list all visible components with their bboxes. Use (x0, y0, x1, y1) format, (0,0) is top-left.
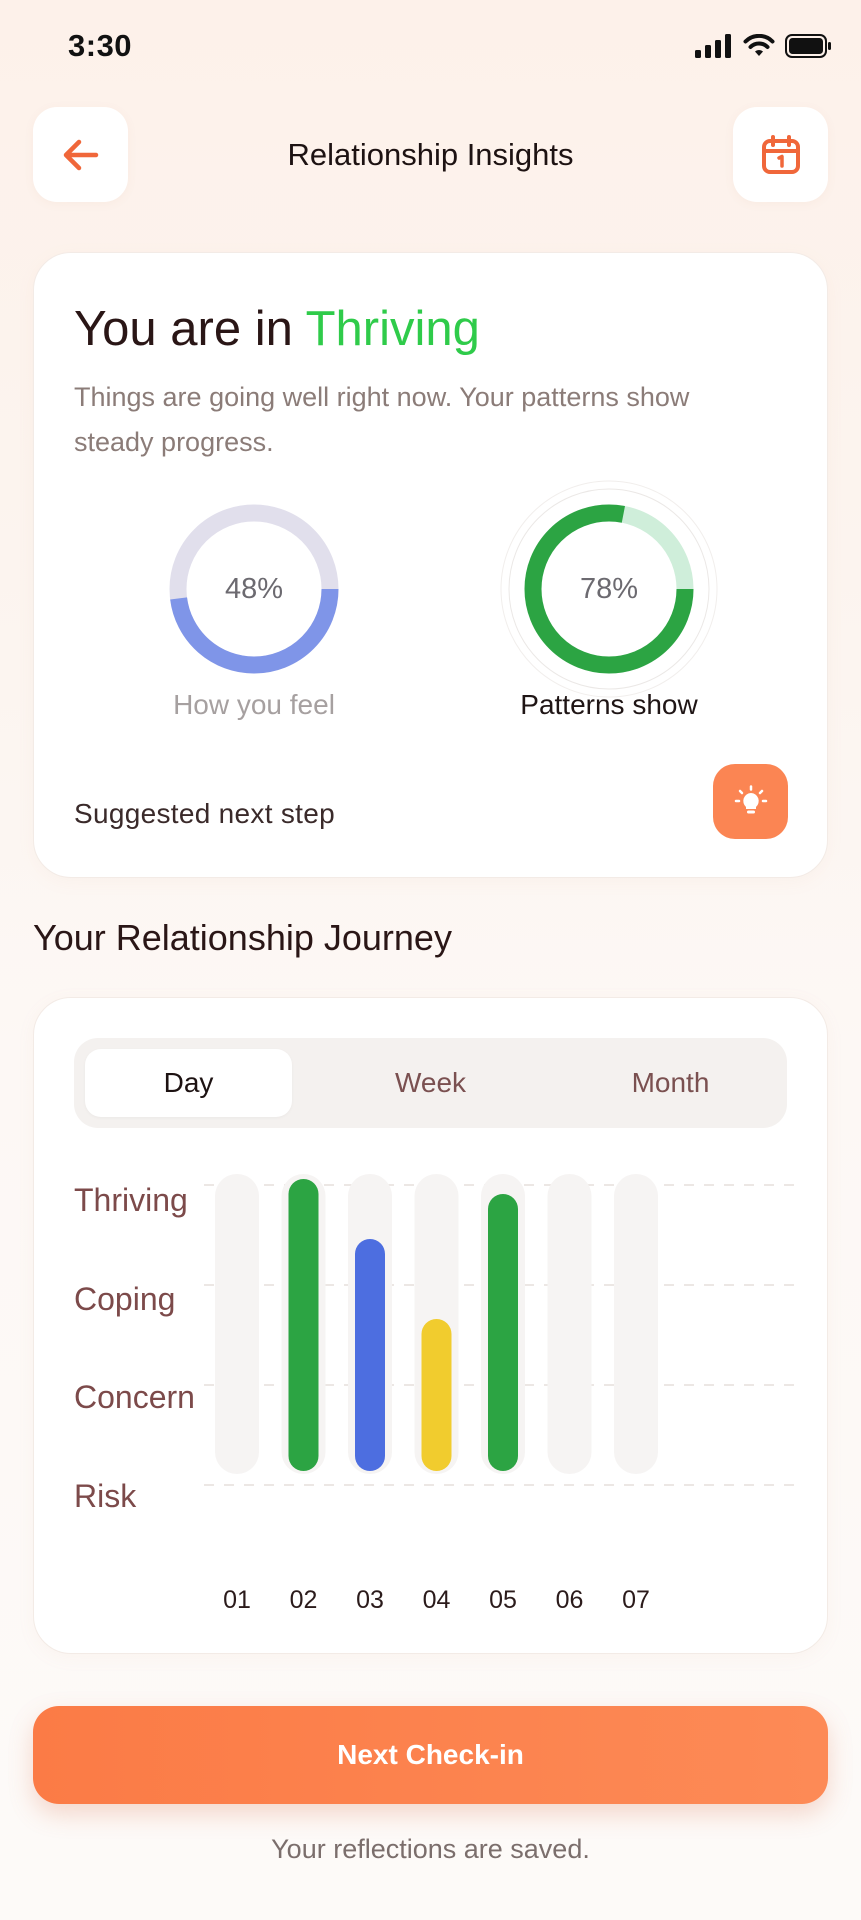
bar-track (215, 1174, 259, 1474)
journey-card: Day Week Month Thriving Coping Concern R… (33, 997, 828, 1654)
battery-icon (785, 34, 831, 58)
feel-caption: How you feel (173, 689, 335, 720)
zone-name: Thriving (305, 302, 480, 356)
x-label-01: 01 (223, 1586, 251, 1614)
bar-day-02[interactable] (288, 1179, 319, 1471)
x-label-05: 05 (489, 1586, 517, 1614)
patterns-ring: 78% (499, 479, 719, 699)
feel-ring: 48% (144, 479, 364, 699)
calendar-button[interactable] (733, 107, 828, 202)
status-time: 3:30 (68, 28, 133, 63)
x-label-07: 07 (622, 1586, 650, 1614)
footer-note: Your reflections are saved. (271, 1834, 590, 1864)
wifi-icon (743, 34, 775, 56)
feel-value: 48% (224, 572, 284, 605)
page-title: Relationship Insights (287, 137, 574, 172)
bar-day-04[interactable] (421, 1319, 452, 1471)
next-check-in-button[interactable]: Next Check-in (33, 1706, 828, 1804)
status-description: Things are going well right now. Your pa… (74, 382, 690, 457)
signal-icon (695, 34, 731, 58)
bar-track (547, 1174, 592, 1474)
x-label-02: 02 (289, 1586, 318, 1614)
calendar-icon (761, 134, 800, 174)
x-label-03: 03 (356, 1586, 384, 1614)
patterns-caption: Patterns show (520, 689, 698, 720)
bar-track (614, 1174, 658, 1474)
x-label-04: 04 (422, 1586, 451, 1614)
x-label-06: 06 (555, 1586, 584, 1614)
lightbulb-icon (734, 784, 767, 813)
status-card: You are in Thriving Things are going wel… (33, 252, 828, 878)
suggested-next-step-label: Suggested next step (74, 798, 335, 829)
status-icons (695, 34, 833, 58)
status-bar: 3:30 (0, 0, 861, 92)
bar-day-03[interactable] (355, 1239, 385, 1471)
patterns-value: 78% (579, 572, 639, 605)
journey-section-title: Your Relationship Journey (33, 917, 452, 958)
journey-bar-chart (204, 1174, 794, 1486)
bar-day-05[interactable] (488, 1194, 518, 1471)
suggested-next-step-button[interactable] (713, 764, 788, 839)
headline-prefix: You are in (74, 302, 306, 356)
status-headline: You are in Thriving (74, 301, 480, 357)
